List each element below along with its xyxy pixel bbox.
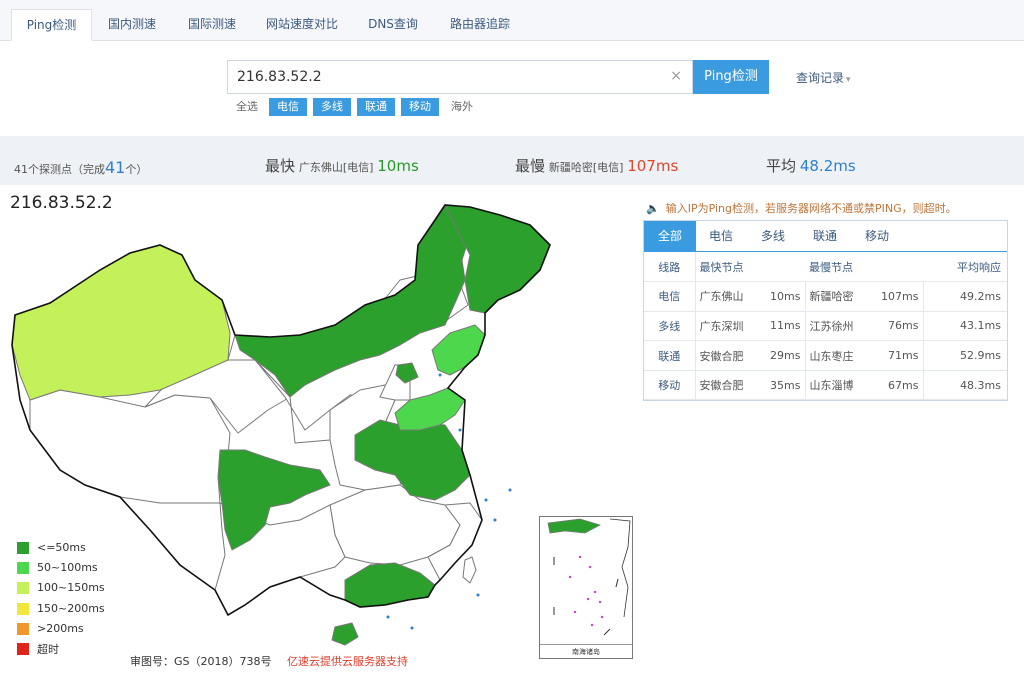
table-row[interactable]: 电信 广东佛山 10ms 新疆哈密 107ms 49.2ms — [644, 281, 1007, 312]
result-tab-bar: 全部 电信 多线 联通 移动 — [644, 221, 1007, 252]
cell-fast-ms: 11ms — [769, 311, 806, 342]
map-approval-number: 审图号：GS（2018）738号 — [130, 655, 272, 668]
cell-fast-ms: 35ms — [769, 370, 806, 401]
result-tab-telecom[interactable]: 电信 — [696, 221, 746, 252]
cell-fast-node: 安徽合肥 — [695, 370, 769, 401]
fastest-value: 10ms — [377, 157, 419, 175]
tab-international-speed[interactable]: 国际测速 — [179, 9, 245, 41]
south-china-sea-inset: 南海诸岛 — [539, 516, 633, 659]
ping-button[interactable]: Ping检测 — [693, 60, 769, 94]
inset-map — [547, 518, 631, 636]
col-header-fastest: 最快节点 — [695, 252, 805, 283]
legend-item: >200ms — [17, 621, 84, 635]
cell-avg: 52.9ms — [923, 340, 1007, 371]
cell-slow-ms: 67ms — [875, 370, 924, 401]
filter-multiline[interactable]: 多线 — [313, 98, 351, 116]
chevron-down-icon: ▾ — [846, 75, 851, 85]
filter-telecom[interactable]: 电信 — [269, 98, 307, 116]
legend-item: 超时 — [17, 641, 59, 656]
cell-avg: 48.3ms — [923, 370, 1007, 401]
cell-slow-node: 山东枣庄 — [805, 340, 875, 371]
average-stat: 平均 48.2ms — [766, 157, 856, 175]
cell-avg: 49.2ms — [923, 281, 1007, 312]
map-region-liaoning[interactable] — [431, 324, 486, 376]
probe-count: 41个探测点（完成41个） — [14, 158, 148, 177]
cell-slow-node: 新疆哈密 — [805, 281, 875, 312]
legend-item: 150~200ms — [17, 601, 105, 615]
inset-caption: 南海诸岛 — [540, 644, 632, 658]
top-tab-bar: Ping检测 国内测速 国际测速 网站速度对比 DNS查询 路由器追踪 — [0, 0, 1024, 41]
result-tab-unicom[interactable]: 联通 — [800, 221, 850, 252]
cell-fast-node: 安徽合肥 — [695, 340, 769, 371]
cell-fast-ms: 29ms — [769, 340, 806, 371]
cell-fast-node: 广东深圳 — [695, 311, 769, 342]
table-row[interactable]: 多线 广东深圳 11ms 江苏徐州 76ms 43.1ms — [644, 311, 1007, 342]
legend-item: 100~150ms — [17, 580, 105, 594]
query-history-label: 查询记录 — [796, 71, 845, 85]
col-header-line: 线路 — [644, 252, 696, 283]
filter-mobile[interactable]: 移动 — [401, 98, 439, 116]
table-row[interactable]: 联通 安徽合肥 29ms 山东枣庄 71ms 52.9ms — [644, 340, 1007, 371]
cell-fast-node: 广东佛山 — [695, 281, 769, 312]
tab-ping[interactable]: Ping检测 — [11, 9, 92, 41]
probe-done-count: 41 — [105, 158, 126, 177]
map-region-tibet[interactable] — [29, 389, 231, 504]
table-row[interactable]: 移动 安徽合肥 35ms 山东淄博 67ms 48.3ms — [644, 370, 1007, 401]
tab-domestic-speed[interactable]: 国内测速 — [99, 9, 165, 41]
cell-line: 多线 — [644, 311, 696, 342]
cell-line: 电信 — [644, 281, 696, 312]
average-value: 48.2ms — [799, 157, 856, 175]
filter-overseas[interactable]: 海外 — [449, 98, 475, 116]
table-header-row: 线路 最快节点 最慢节点 平均响应 — [644, 252, 1007, 283]
ping-notice: 🔈 输入IP为Ping检测，若服务器网络不通或禁PING，则超时。 — [646, 202, 957, 215]
map-region-hainan[interactable] — [331, 622, 359, 646]
summary-stats-bar: 41个探测点（完成41个） 最快 广东佛山[电信] 10ms 最慢 新疆哈密[电… — [0, 146, 1024, 184]
cell-slow-ms: 71ms — [875, 340, 924, 371]
tab-dns-query[interactable]: DNS查询 — [359, 9, 427, 41]
col-header-average: 平均响应 — [923, 252, 1007, 283]
slowest-value: 107ms — [627, 157, 679, 175]
map-region-inner-mongolia[interactable] — [234, 204, 471, 398]
result-summary-panel: 全部 电信 多线 联通 移动 线路 最快节点 最慢节点 平均响应 电信 广东佛山… — [643, 220, 1008, 401]
filter-select-all[interactable]: 全选 — [235, 98, 259, 116]
clear-icon[interactable]: × — [670, 68, 682, 84]
result-table: 线路 最快节点 最慢节点 平均响应 电信 广东佛山 10ms 新疆哈密 107m… — [644, 252, 1007, 401]
cell-slow-ms: 107ms — [875, 281, 924, 312]
sponsor-link[interactable]: 亿速云提供云服务器支持 — [287, 653, 408, 669]
fastest-stat: 最快 广东佛山[电信] 10ms — [265, 157, 419, 175]
search-box: × — [227, 60, 693, 94]
tab-route-trace[interactable]: 路由器追踪 — [441, 9, 519, 41]
col-header-slowest: 最慢节点 — [805, 252, 923, 283]
cell-line: 移动 — [644, 370, 696, 401]
map-region-taiwan[interactable] — [462, 556, 477, 584]
query-history-dropdown[interactable]: 查询记录 ▾ — [796, 69, 851, 86]
cell-line: 联通 — [644, 340, 696, 371]
result-tab-all[interactable]: 全部 — [644, 221, 696, 252]
result-tab-multiline[interactable]: 多线 — [748, 221, 798, 252]
search-panel: × Ping检测 查询记录▾ 全选 电信 多线 联通 移动 海外 — [0, 41, 1024, 136]
result-tab-mobile[interactable]: 移动 — [852, 221, 902, 252]
legend-item: <=50ms — [17, 540, 86, 554]
cell-slow-ms: 76ms — [875, 311, 924, 342]
map-region-guangdong[interactable] — [344, 562, 436, 608]
cell-avg: 43.1ms — [923, 311, 1007, 342]
cell-slow-node: 山东淄博 — [805, 370, 875, 401]
cell-slow-node: 江苏徐州 — [805, 311, 875, 342]
slowest-stat: 最慢 新疆哈密[电信] 107ms — [515, 157, 679, 175]
legend-item: 50~100ms — [17, 560, 98, 574]
cell-fast-ms: 10ms — [769, 281, 806, 312]
tab-site-compare[interactable]: 网站速度对比 — [259, 9, 345, 41]
filter-unicom[interactable]: 联通 — [357, 98, 395, 116]
ip-input[interactable] — [228, 61, 658, 93]
results-area: 216.83.52.2 <=50ms 50~100ms 100~150ms 15… — [0, 185, 1024, 686]
speaker-icon: 🔈 — [646, 202, 660, 215]
